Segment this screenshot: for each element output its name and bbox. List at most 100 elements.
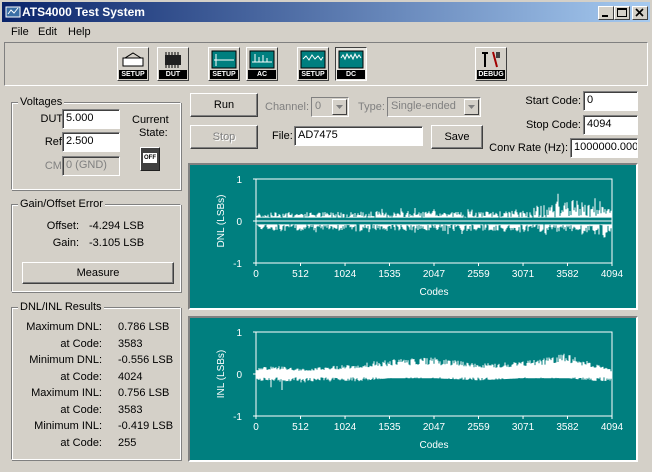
gain-offset-title: Gain/Offset Error bbox=[18, 198, 105, 210]
result-value: 255 bbox=[118, 436, 137, 449]
result-value: -0.556 LSB bbox=[118, 354, 174, 366]
result-label: at Code: bbox=[60, 403, 102, 416]
stop-button: Stop bbox=[190, 125, 258, 149]
channel-label: Channel: bbox=[265, 101, 310, 113]
save-button[interactable]: Save bbox=[431, 125, 483, 149]
chevron-down-icon bbox=[464, 99, 479, 115]
x-tick-label: 4094 bbox=[601, 269, 624, 280]
x-tick-label: 2559 bbox=[467, 422, 490, 433]
window-title: ATS4000 Test System bbox=[22, 5, 145, 19]
measure-button[interactable]: Measure bbox=[22, 262, 174, 284]
y-tick-label: -1 bbox=[233, 412, 242, 423]
x-tick-label: 1024 bbox=[334, 422, 357, 433]
channel-select: 0 bbox=[311, 97, 349, 117]
toolbar-setup-button[interactable]: SETUP bbox=[117, 47, 149, 81]
x-axis-label: Codes bbox=[420, 287, 449, 298]
stop-code-label: Stop Code: bbox=[525, 119, 581, 131]
power-state-switch[interactable]: OFF bbox=[140, 147, 160, 171]
result-label: Maximum INL: bbox=[31, 387, 102, 399]
result-value: 3583 bbox=[118, 337, 143, 350]
conv-rate-input[interactable]: 1000000.000 bbox=[570, 138, 638, 158]
type-value: Single-ended bbox=[391, 100, 456, 112]
result-label: Minimum INL: bbox=[34, 420, 102, 432]
menu-bar: File Edit Help bbox=[2, 22, 650, 42]
x-tick-label: 0 bbox=[253, 422, 259, 433]
dnl-chart: 1 0 -1 0 512 1024 1535 2047 2559 3071 3582 4094 Code… bbox=[216, 175, 624, 298]
result-label: at Code: bbox=[60, 337, 102, 350]
y-tick-label: -1 bbox=[233, 259, 242, 270]
toolbar-label: AC bbox=[248, 70, 276, 79]
close-icon bbox=[635, 8, 644, 17]
switch-label: OFF bbox=[143, 153, 157, 163]
start-code-input[interactable]: 0 bbox=[583, 91, 638, 111]
toolbar-dc-button[interactable]: DC bbox=[335, 47, 367, 81]
menu-file[interactable]: File bbox=[11, 26, 29, 38]
inl-chart: 1 0 -1 0 512 1024 1535 2047 2559 3071 3582 4094 Code… bbox=[216, 328, 624, 451]
result-label: Maximum DNL: bbox=[26, 321, 102, 333]
toolbar-dc-setup-button[interactable]: SETUP bbox=[297, 47, 329, 81]
y-tick-label: 0 bbox=[236, 217, 242, 228]
toolbar-label: SETUP bbox=[210, 70, 238, 79]
file-input[interactable]: AD7475 bbox=[294, 126, 423, 146]
dut-voltage-input[interactable]: 5.000 bbox=[62, 109, 120, 129]
maximize-icon bbox=[617, 8, 627, 17]
app-icon bbox=[5, 6, 21, 18]
dnl-series bbox=[255, 193, 613, 238]
x-tick-label: 3071 bbox=[512, 269, 535, 280]
x-tick-label: 1535 bbox=[378, 422, 401, 433]
toolbar-label: DC bbox=[337, 70, 365, 79]
toolbar-ac-button[interactable]: AC bbox=[246, 47, 278, 81]
setup-icon bbox=[122, 52, 144, 67]
x-tick-label: 2559 bbox=[467, 269, 490, 280]
toolbar-ac-setup-button[interactable]: SETUP bbox=[208, 47, 240, 81]
inl-series bbox=[255, 353, 613, 390]
toolbar-dut-button[interactable]: DUT bbox=[157, 47, 189, 81]
result-label: at Code: bbox=[60, 370, 102, 383]
dnl-plot: 1 0 -1 0 512 1024 1535 2047 2559 3071 3582 4094 Code… bbox=[188, 163, 638, 310]
close-button[interactable] bbox=[632, 6, 648, 20]
run-button[interactable]: Run bbox=[190, 93, 258, 117]
x-tick-label: 3582 bbox=[556, 269, 579, 280]
menu-edit[interactable]: Edit bbox=[38, 26, 57, 38]
debug-tools-icon bbox=[482, 51, 500, 68]
result-value: -0.419 LSB bbox=[118, 420, 174, 432]
ac-icon bbox=[249, 50, 275, 69]
result-value: 3583 bbox=[118, 403, 143, 416]
type-label: Type: bbox=[358, 101, 385, 113]
result-value: 0.786 LSB bbox=[118, 321, 170, 333]
minimize-button[interactable] bbox=[598, 6, 614, 20]
start-code-label: Start Code: bbox=[525, 95, 581, 107]
x-tick-label: 512 bbox=[292, 422, 309, 433]
dut-chip-icon bbox=[165, 52, 181, 68]
x-tick-label: 1024 bbox=[334, 269, 357, 280]
title-bar[interactable]: ATS4000 Test System bbox=[2, 2, 650, 22]
results-title: DNL/INL Results bbox=[18, 301, 104, 313]
result-value: 0.756 LSB bbox=[118, 387, 170, 399]
dc-setup-icon bbox=[300, 50, 326, 69]
toolbar-label: DUT bbox=[159, 70, 187, 79]
result-label: Minimum DNL: bbox=[29, 354, 102, 366]
x-axis-label: Codes bbox=[420, 440, 449, 451]
chevron-down-icon bbox=[332, 99, 347, 115]
conv-rate-label: Conv Rate (Hz): bbox=[489, 142, 568, 154]
ref-voltage-input[interactable]: 2.500 bbox=[62, 132, 120, 152]
x-tick-label: 1535 bbox=[378, 269, 401, 280]
type-select: Single-ended bbox=[387, 97, 481, 117]
x-tick-label: 0 bbox=[253, 269, 259, 280]
minimize-icon bbox=[602, 15, 608, 17]
stop-code-input[interactable]: 4094 bbox=[583, 115, 638, 135]
gain-label: Gain: bbox=[52, 237, 79, 249]
y-tick-label: 1 bbox=[236, 328, 242, 339]
x-tick-label: 2047 bbox=[423, 269, 446, 280]
cm-voltage-input: 0 (GND) bbox=[62, 156, 120, 176]
x-tick-label: 512 bbox=[292, 269, 309, 280]
offset-value: -4.294 LSB bbox=[89, 220, 145, 232]
menu-help[interactable]: Help bbox=[68, 26, 91, 38]
channel-value: 0 bbox=[315, 100, 322, 112]
result-label: at Code: bbox=[60, 436, 102, 449]
gain-offset-group: Gain/Offset Error Offset: -4.294 LSB Gai… bbox=[11, 198, 181, 292]
y-tick-label: 1 bbox=[236, 175, 242, 186]
maximize-button[interactable] bbox=[614, 6, 630, 20]
dc-icon bbox=[338, 50, 364, 69]
toolbar-debug-button[interactable]: DEBUG bbox=[475, 47, 507, 81]
